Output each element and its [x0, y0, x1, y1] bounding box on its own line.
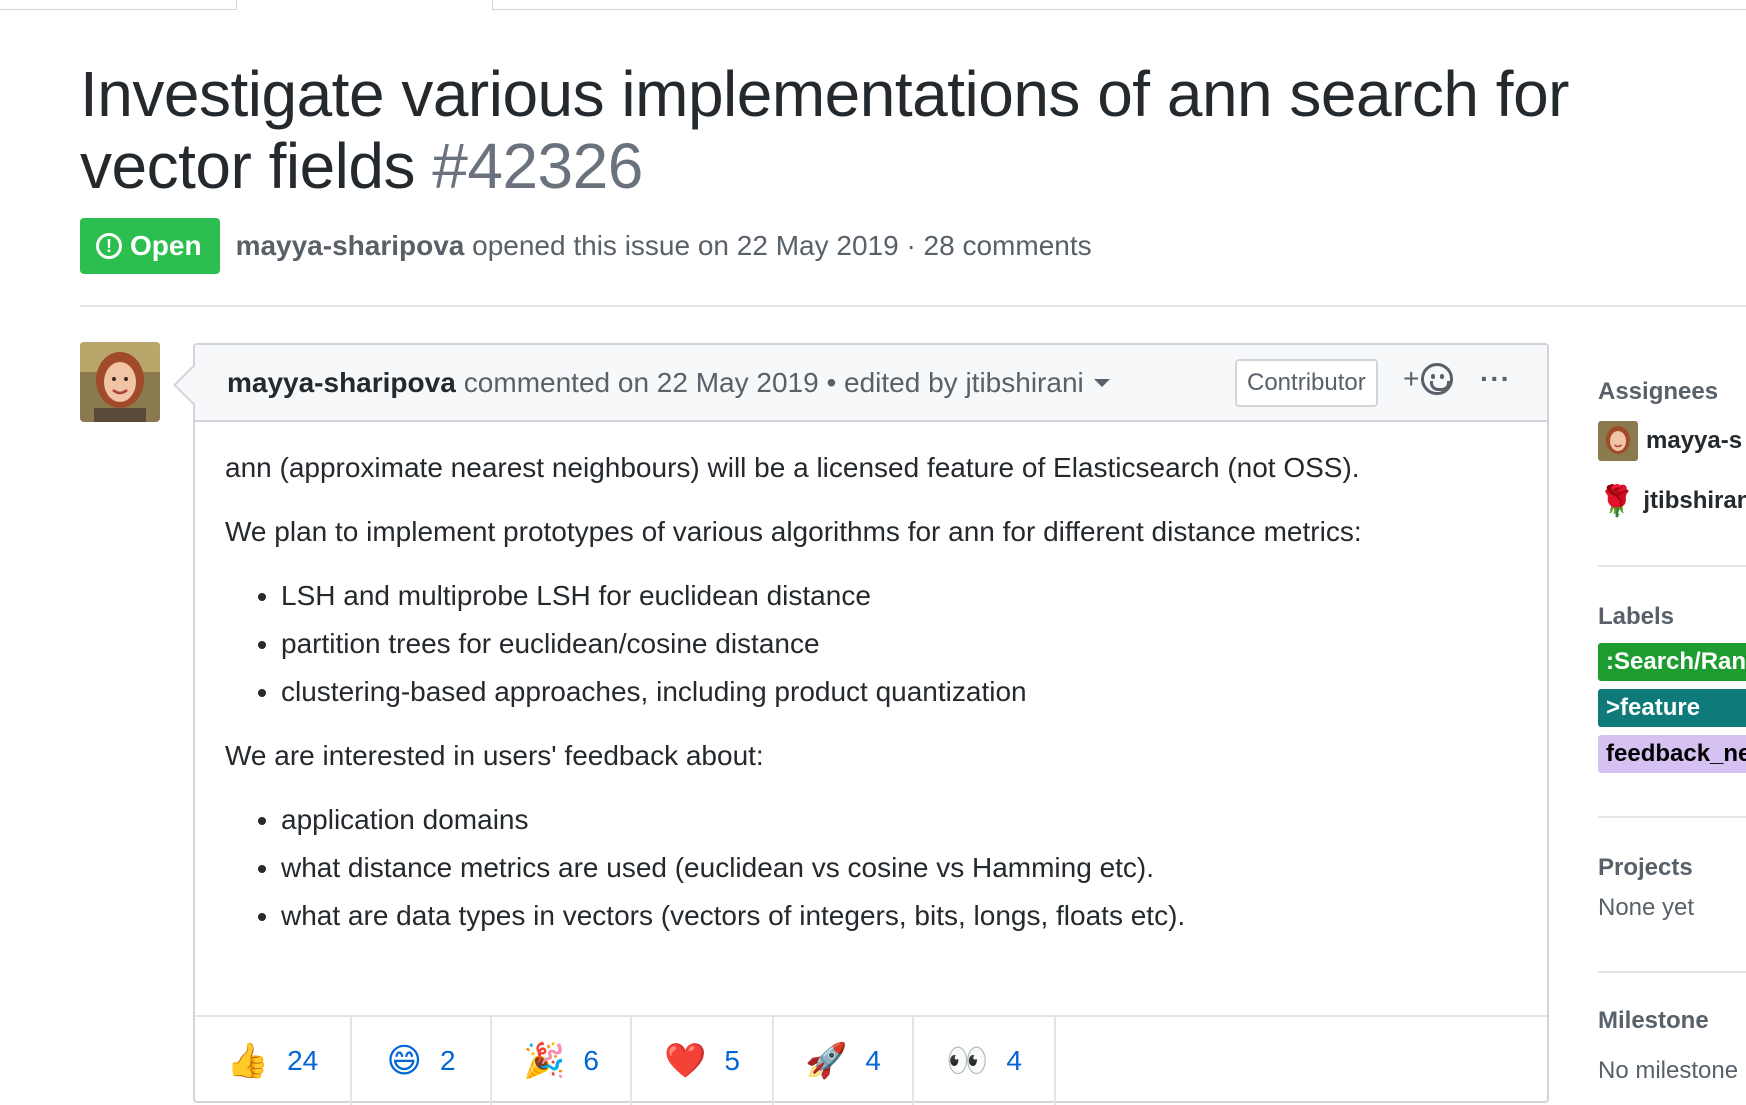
eyes-icon: 👀	[946, 1042, 989, 1080]
contributor-badge: Contributor	[1235, 359, 1378, 407]
reaction-rocket[interactable]: 🚀 4	[774, 1017, 914, 1105]
reaction-count: 4	[1006, 1045, 1022, 1076]
edit-history-caret-icon[interactable]	[1093, 378, 1110, 387]
reaction-eyes[interactable]: 👀 4	[914, 1017, 1056, 1105]
laugh-icon: 😄	[386, 1042, 422, 1080]
projects-heading[interactable]: Projects	[1598, 854, 1746, 882]
list-item: what distance metrics are used (euclidea…	[281, 848, 1515, 888]
assignee-avatar	[1598, 421, 1638, 461]
label-feature[interactable]: >feature	[1598, 689, 1746, 727]
issue-title-text: Investigate various implementations of a…	[80, 58, 1569, 202]
list-item: what are data types in vectors (vectors …	[281, 896, 1515, 936]
issue-sidebar: Assignees mayya-s 🌹 jtibshirani Labels :…	[1598, 370, 1746, 1085]
body-paragraph-3: We are interested in users' feedback abo…	[225, 740, 764, 771]
issue-comment: mayya-sharipova commented on 22 May 2019…	[173, 343, 1549, 1105]
reaction-count: 4	[865, 1045, 881, 1076]
issue-number: #42326	[432, 130, 643, 202]
issue-meta: ! Open mayya-sharipova opened this issue…	[80, 218, 1092, 274]
milestone-value: No milestone	[1598, 1057, 1739, 1084]
comment-author-link[interactable]: mayya-sharipova	[227, 367, 456, 399]
open-state-badge: ! Open	[80, 218, 220, 274]
body-paragraph-1: ann (approximate nearest neighbours) wil…	[225, 452, 1360, 483]
list-item: partition trees for euclidean/cosine dis…	[281, 624, 1515, 664]
comment-body: ann (approximate nearest neighbours) wil…	[195, 422, 1547, 936]
tab-right-fragment[interactable]	[492, 0, 1746, 10]
list-item: LSH and multiprobe LSH for euclidean dis…	[281, 576, 1515, 616]
issue-opened-icon: !	[96, 233, 122, 259]
list-item: clustering-based approaches, including p…	[281, 672, 1515, 712]
header-divider	[80, 305, 1746, 307]
reaction-heart[interactable]: ❤️ 5	[632, 1017, 774, 1105]
author-avatar-image	[80, 342, 160, 422]
reaction-count: 24	[287, 1045, 319, 1076]
reaction-count: 2	[439, 1045, 456, 1076]
reaction-count: 6	[583, 1045, 599, 1076]
rose-avatar-icon: 🌹	[1598, 484, 1636, 518]
opened-text: opened this issue on 22 May 2019 · 28 co…	[472, 230, 1092, 261]
assignee-name: mayya-s	[1646, 427, 1743, 454]
comment-header: mayya-sharipova commented on 22 May 2019…	[195, 345, 1547, 422]
rocket-icon: 🚀	[805, 1042, 848, 1080]
state-label: Open	[130, 230, 202, 261]
assignee-name: jtibshirani	[1643, 487, 1746, 514]
labels-heading[interactable]: Labels	[1598, 603, 1746, 631]
issue-title: Investigate various implementations of a…	[80, 58, 1740, 202]
comment-meta-text: commented on 22 May 2019 • edited by jti…	[463, 366, 1084, 398]
label-search-ranking[interactable]: :Search/Ran	[1598, 643, 1746, 681]
thumbs-up-icon: 👍	[226, 1042, 270, 1080]
top-tabs	[0, 0, 1746, 12]
tab-left-fragment[interactable]	[0, 0, 237, 10]
milestone-section: Milestone No milestone	[1598, 973, 1746, 1085]
reactions-bar: 👍 24 😄 2 🎉 6 ❤️ 5 🚀 4 👀 4	[195, 1015, 1547, 1105]
labels-section: Labels :Search/Ran >feature feedback_ne	[1598, 567, 1746, 818]
assignees-section: Assignees mayya-s 🌹 jtibshirani	[1598, 378, 1746, 567]
assignee-item[interactable]: mayya-s	[1598, 418, 1746, 464]
meta-text: mayya-sharipova opened this issue on 22 …	[236, 230, 1092, 262]
reaction-thumbs-up[interactable]: 👍 24	[195, 1017, 352, 1105]
assignees-heading[interactable]: Assignees	[1598, 378, 1746, 406]
add-reaction-button[interactable]: +	[1403, 363, 1454, 395]
projects-section: Projects None yet	[1598, 818, 1746, 973]
label-feedback-needed[interactable]: feedback_ne	[1598, 735, 1746, 773]
body-paragraph-2: We plan to implement prototypes of vario…	[225, 516, 1362, 547]
author-avatar[interactable]	[80, 342, 160, 422]
assignee-item[interactable]: 🌹 jtibshirani	[1598, 478, 1746, 524]
feedback-list: application domains what distance metric…	[225, 800, 1515, 936]
projects-value: None yet	[1598, 894, 1695, 921]
reaction-count: 5	[724, 1045, 740, 1076]
list-item: application domains	[281, 800, 1515, 840]
reaction-hooray[interactable]: 🎉 6	[492, 1017, 632, 1105]
more-options-button[interactable]: ···	[1480, 363, 1511, 395]
milestone-heading[interactable]: Milestone	[1598, 1007, 1746, 1035]
add-reaction-plus: +	[1403, 363, 1420, 394]
metrics-list: LSH and multiprobe LSH for euclidean dis…	[225, 576, 1515, 712]
party-popper-icon: 🎉	[523, 1042, 566, 1080]
issue-author-link[interactable]: mayya-sharipova	[236, 230, 465, 261]
smiley-icon	[1421, 363, 1454, 395]
heart-icon: ❤️	[664, 1042, 707, 1080]
assignee-avatar-image	[1598, 421, 1638, 461]
reaction-laugh[interactable]: 😄 2	[352, 1017, 492, 1105]
